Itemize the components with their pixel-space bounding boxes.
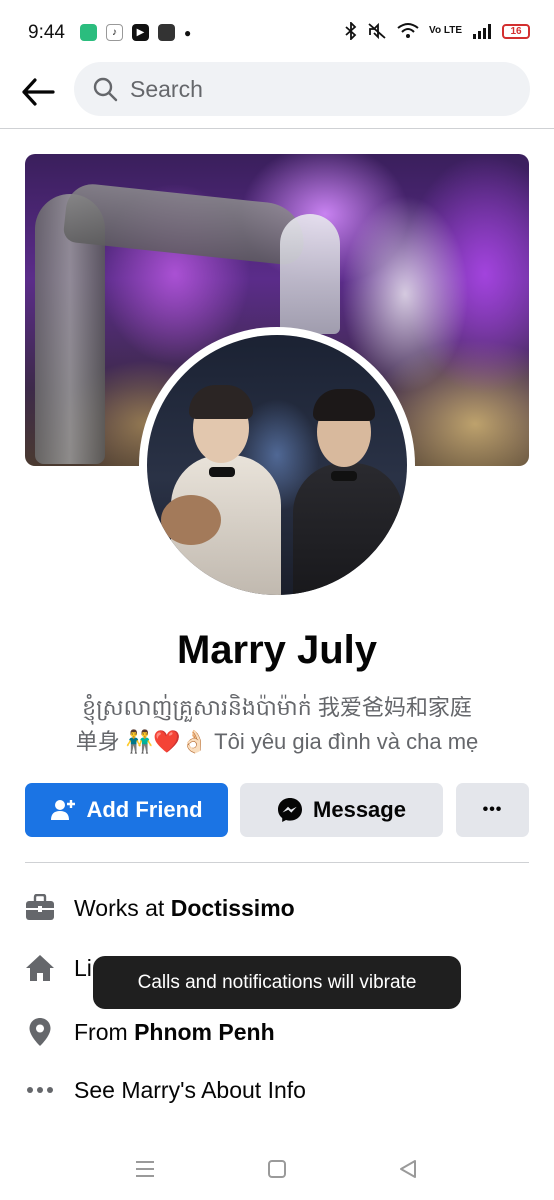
news-app-icon bbox=[158, 24, 175, 41]
triangle-back-icon bbox=[400, 1160, 416, 1178]
bio-line-2: 单身 👬❤️👌🏻 Tôi yêu gia đình và cha mẹ bbox=[75, 729, 479, 754]
vibrate-mute-icon bbox=[368, 22, 386, 40]
system-toast: Calls and notifications will vibrate bbox=[93, 956, 461, 1009]
ok-hand-emoji: 👌🏻 bbox=[180, 729, 209, 754]
message-button[interactable]: Message bbox=[240, 783, 443, 837]
signal-icon bbox=[473, 24, 491, 39]
from-detail[interactable]: From Phnom Penh bbox=[25, 1012, 529, 1052]
home-button[interactable] bbox=[262, 1154, 292, 1184]
search-icon bbox=[93, 77, 118, 102]
search-input[interactable] bbox=[130, 75, 490, 103]
profile-picture[interactable] bbox=[139, 327, 415, 603]
status-time: 9:44 bbox=[28, 22, 65, 43]
more-options-button[interactable]: ••• bbox=[456, 783, 529, 837]
more-horizontal-icon bbox=[25, 1075, 55, 1105]
header-divider bbox=[0, 128, 554, 129]
people-emoji: 👬 bbox=[125, 729, 154, 754]
about-info-link[interactable]: See Marry's About Info bbox=[25, 1070, 529, 1110]
briefcase-icon bbox=[25, 893, 55, 923]
youtube-icon: ▶ bbox=[132, 24, 149, 41]
volte-label: Vo LTE bbox=[429, 25, 462, 36]
bluetooth-icon bbox=[345, 22, 357, 40]
add-friend-icon bbox=[50, 798, 76, 822]
bio-line-1: ខ្ញុំស្រលាញ់គ្រួសារនិងប៉ាម៉ាក់ 我爱爸妈和家庭 bbox=[82, 695, 472, 720]
location-pin-icon bbox=[25, 1017, 55, 1047]
top-bar bbox=[0, 62, 554, 128]
recent-apps-button[interactable] bbox=[130, 1154, 160, 1184]
more-notifications-dot-icon: ● bbox=[184, 25, 192, 40]
more-dots-icon: ••• bbox=[482, 801, 503, 818]
notification-icons: ♪ ▶ ● bbox=[80, 24, 191, 41]
back-button[interactable] bbox=[18, 72, 58, 112]
heart-emoji: ❤️ bbox=[153, 729, 181, 754]
status-indicators: Vo LTE 16 bbox=[345, 22, 530, 40]
profile-actions: Add Friend Message ••• bbox=[25, 783, 529, 837]
profile-name: Marry July bbox=[176, 628, 378, 672]
status-bar: 9:44 ♪ ▶ ● Vo LTE 16 bbox=[0, 0, 554, 66]
section-divider bbox=[25, 862, 529, 863]
menu-icon bbox=[136, 1161, 154, 1177]
search-bar[interactable] bbox=[74, 62, 530, 116]
workplace-link[interactable]: Doctissimo bbox=[171, 895, 295, 921]
add-friend-button[interactable]: Add Friend bbox=[25, 783, 228, 837]
tiktok-icon: ♪ bbox=[106, 24, 123, 41]
system-nav-bar bbox=[0, 1140, 554, 1200]
square-icon bbox=[268, 1160, 286, 1178]
back-arrow-icon bbox=[22, 78, 55, 106]
wifi-icon bbox=[397, 23, 419, 38]
work-detail[interactable]: Works at Doctissimo bbox=[25, 888, 529, 928]
home-icon bbox=[25, 953, 55, 983]
chat-app-icon bbox=[80, 24, 97, 41]
messenger-icon bbox=[277, 797, 303, 823]
nav-back-button[interactable] bbox=[393, 1154, 423, 1184]
battery-icon: 16 bbox=[502, 23, 530, 39]
hometown-link[interactable]: Phnom Penh bbox=[134, 1019, 275, 1045]
